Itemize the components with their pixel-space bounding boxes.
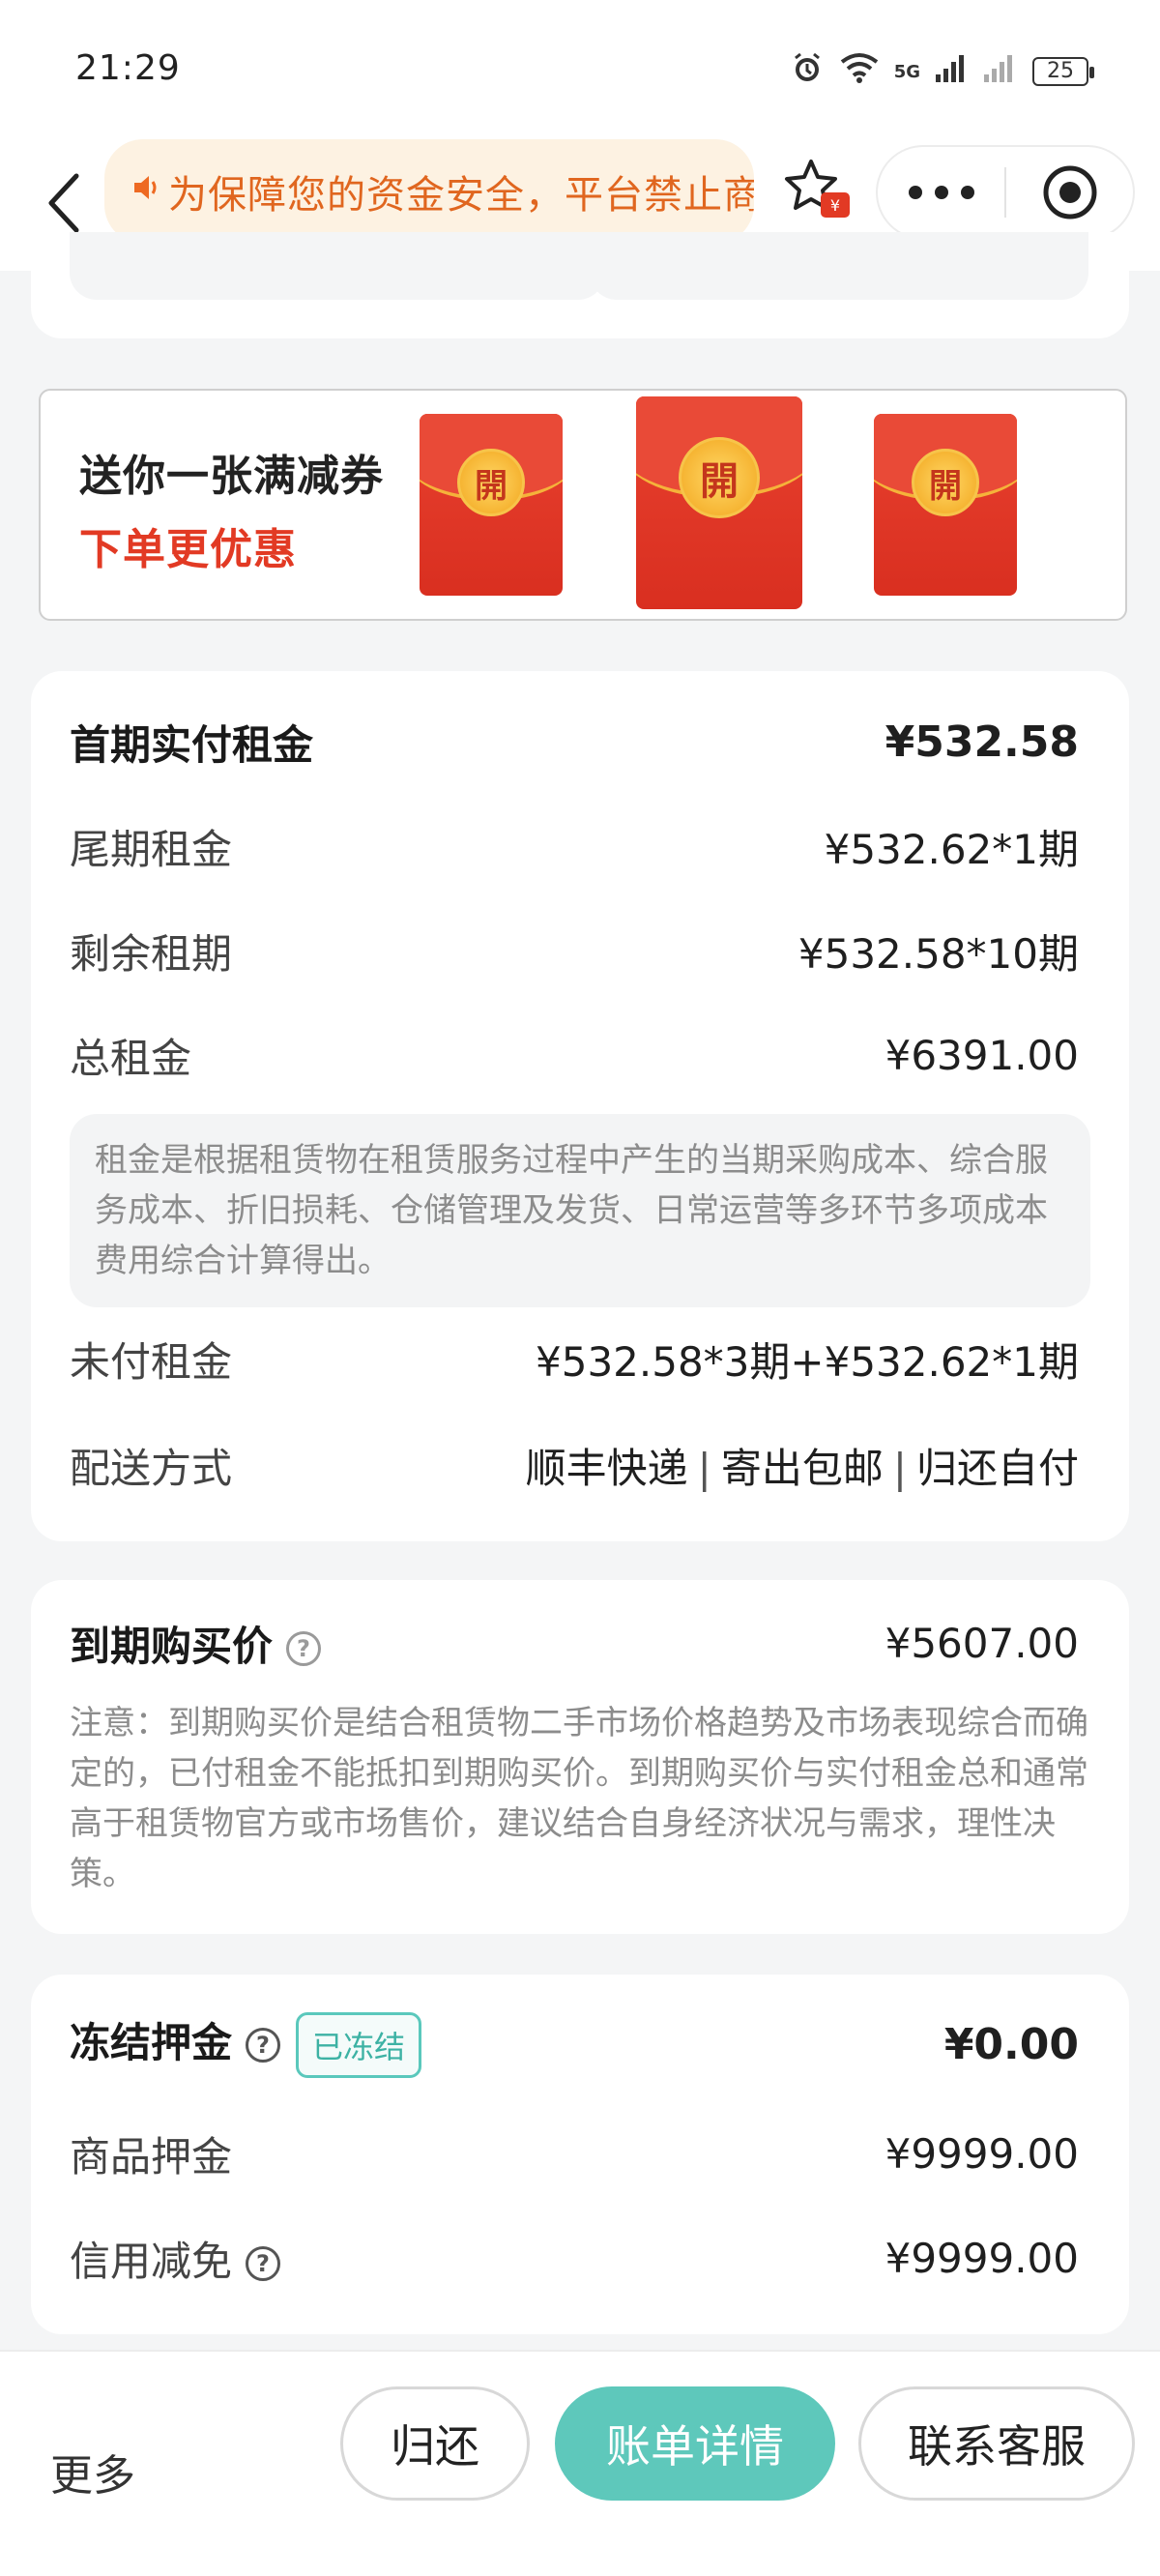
purchase-price-value: ¥5607.00 (884, 1619, 1079, 1667)
status-time: 21:29 (75, 48, 181, 88)
purchase-price-label-wrap: 到期购买价? (70, 1614, 322, 1673)
delivery-separator: | (892, 1444, 907, 1492)
help-icon[interactable]: ? (246, 2028, 281, 2064)
first-rent-label: 首期实付租金 (70, 720, 314, 769)
more-menu-button[interactable] (878, 147, 1004, 238)
rent-card: 首期实付租金 ¥532.58 尾期租金 ¥532.62*1期 剩余租期 ¥532… (31, 671, 1129, 1541)
red-envelope-3[interactable]: 開 (874, 414, 1017, 596)
help-icon[interactable]: ? (286, 1631, 322, 1666)
first-rent-value: ¥532.58 (884, 717, 1079, 767)
close-mini-program-button[interactable] (1006, 147, 1133, 238)
open-seal-icon: 開 (679, 436, 760, 518)
notice-text: 为保障您的资金安全，平台禁止商家任 (168, 173, 754, 218)
delivery-method-shipping: 寄出包邮 (720, 1444, 884, 1492)
favorite-button[interactable]: ¥ (773, 145, 862, 234)
frozen-deposit-value: ¥0.00 (943, 2019, 1079, 2069)
frozen-deposit-label-wrap: 冻结押金? 已冻结 (70, 2010, 422, 2079)
goods-deposit-value: ¥9999.00 (884, 2129, 1079, 2178)
coupon-subtitle: 下单更优惠 (79, 525, 297, 574)
credit-waiver-value: ¥9999.00 (884, 2234, 1079, 2282)
help-icon[interactable]: ? (246, 2246, 281, 2281)
signal-icon (936, 53, 969, 90)
delivery-method-return: 归还自付 (915, 1444, 1079, 1492)
return-button[interactable]: 归还 (340, 2386, 530, 2501)
unpaid-rent-value: ¥532.58*3期+¥532.62*1期 (536, 1337, 1079, 1386)
fav-badge: ¥ (830, 196, 840, 215)
rent-explanation-note: 租金是根据租赁物在租赁服务过程中产生的当期采购成本、综合服务成本、折旧损耗、仓储… (70, 1114, 1090, 1307)
coupon-title: 送你一张满减券 (79, 452, 384, 501)
purchase-price-note: 注意：到期购买价是结合租赁物二手市场价格趋势及市场表现综合而确定的，已付租金不能… (70, 1704, 1088, 1893)
open-seal-icon: 開 (457, 449, 525, 517)
signal-label: 5G (893, 61, 920, 82)
battery-icon: 25 (1032, 57, 1094, 86)
remnant-block-right (590, 232, 1088, 300)
last-rent-row: 尾期租金 ¥532.62*1期 (70, 812, 1079, 880)
purchase-price-row: 到期购买价? ¥5607.00 (70, 1609, 1079, 1677)
delivery-row: 配送方式 顺丰快递 | 寄出包邮 | 归还自付 (70, 1431, 1079, 1499)
red-envelope-1[interactable]: 開 (420, 414, 563, 596)
frozen-deposit-label: 冻结押金 (70, 2018, 233, 2066)
goods-deposit-label: 商品押金 (70, 2132, 233, 2181)
wifi-icon (840, 52, 879, 91)
open-seal-icon: 開 (912, 449, 979, 517)
unpaid-rent-row: 未付租金 ¥532.58*3期+¥532.62*1期 (70, 1325, 1079, 1392)
last-rent-label: 尾期租金 (70, 825, 233, 873)
speaker-icon (131, 172, 160, 211)
remaining-term-label: 剩余租期 (70, 929, 233, 978)
coupon-banner[interactable]: 送你一张满减券 下单更优惠 開 開 開 (39, 389, 1127, 621)
first-rent-row: 首期实付租金 ¥532.58 (70, 708, 1079, 776)
star-coupon-icon: ¥ (785, 160, 850, 218)
total-rent-value: ¥6391.00 (884, 1031, 1079, 1079)
bill-details-button[interactable]: 账单详情 (555, 2386, 835, 2501)
purchase-price-label: 到期购买价 (70, 1622, 274, 1670)
total-rent-row: 总租金 ¥6391.00 (70, 1021, 1079, 1089)
contact-service-button[interactable]: 联系客服 (858, 2386, 1135, 2501)
notice-bar[interactable]: 为保障您的资金安全，平台禁止商家任 (104, 139, 754, 244)
status-bar: 21:29 5G 25 (0, 0, 1160, 135)
total-rent-label: 总租金 (70, 1034, 192, 1082)
back-arrow-icon (48, 173, 79, 233)
credit-waiver-label: 信用减免 (70, 2237, 233, 2285)
bottom-action-bar: 更多 归还 账单详情 联系客服 (0, 2350, 1160, 2576)
deposit-card: 冻结押金? 已冻结 ¥0.00 商品押金 ¥9999.00 信用减免? ¥9999… (31, 1975, 1129, 2334)
status-icons: 5G 25 (790, 50, 1094, 93)
signal-icon-secondary (984, 53, 1017, 90)
more-dots-icon (908, 186, 974, 199)
frozen-status-badge: 已冻结 (296, 2012, 422, 2079)
remnant-block-left (70, 232, 605, 300)
unpaid-rent-label: 未付租金 (70, 1337, 233, 1386)
credit-waiver-row: 信用减免? ¥9999.00 (70, 2224, 1079, 2292)
delivery-label: 配送方式 (70, 1444, 233, 1492)
mini-program-capsule (876, 145, 1135, 240)
target-close-icon (1043, 165, 1096, 220)
remaining-term-row: 剩余租期 ¥532.58*10期 (70, 917, 1079, 984)
more-link[interactable]: 更多 (50, 2441, 135, 2503)
remaining-term-value: ¥532.58*10期 (798, 929, 1079, 978)
red-envelope-2[interactable]: 開 (636, 396, 802, 609)
last-rent-value: ¥532.62*1期 (824, 825, 1079, 873)
delivery-method-courier: 顺丰快递 (525, 1444, 688, 1492)
delivery-separator: | (697, 1444, 711, 1492)
delivery-value: 顺丰快递 | 寄出包邮 | 归还自付 (526, 1436, 1079, 1495)
goods-deposit-row: 商品押金 ¥9999.00 (70, 2120, 1079, 2187)
frozen-deposit-row: 冻结押金? 已冻结 ¥0.00 (70, 2005, 1079, 2083)
alarm-icon (790, 50, 825, 93)
credit-waiver-label-wrap: 信用减免? (70, 2229, 281, 2288)
scrolled-card-remnant (31, 232, 1129, 338)
purchase-price-card: 到期购买价? ¥5607.00 注意：到期购买价是结合租赁物二手市场价格趋势及市… (31, 1580, 1129, 1934)
